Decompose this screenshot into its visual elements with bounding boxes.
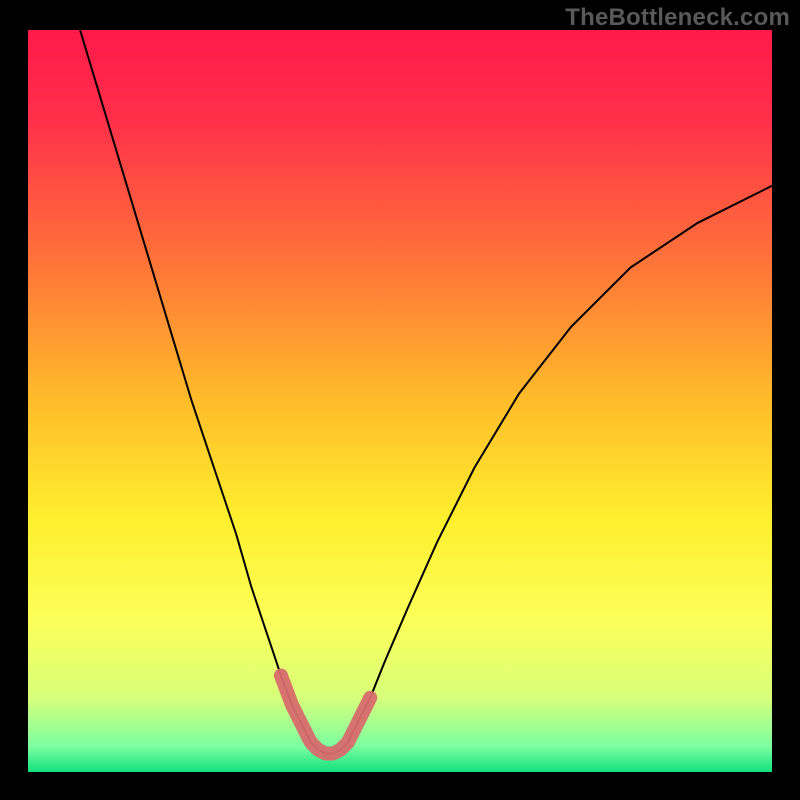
bottleneck-plot <box>28 30 772 772</box>
chart-container: TheBottleneck.com <box>0 0 800 800</box>
watermark-text: TheBottleneck.com <box>565 4 790 32</box>
gradient-background <box>28 30 772 772</box>
chart-svg <box>28 30 772 772</box>
